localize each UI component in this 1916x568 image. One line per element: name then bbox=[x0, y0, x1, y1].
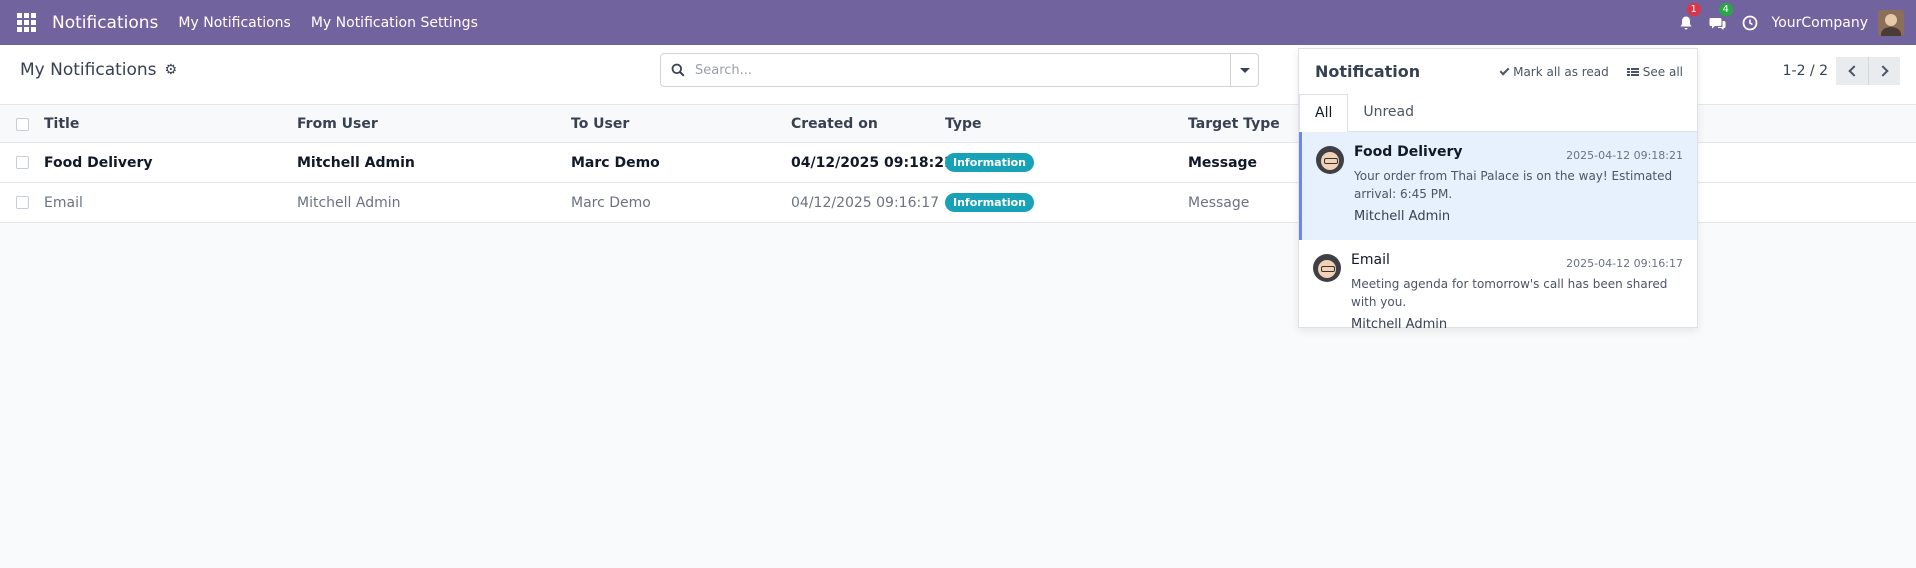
notification-item-time: 2025-04-12 09:16:17 bbox=[1566, 257, 1683, 270]
bell-icon[interactable]: 1 bbox=[1670, 0, 1702, 45]
notification-item-sender: Mitchell Admin bbox=[1354, 209, 1451, 224]
chevron-left-icon bbox=[1847, 65, 1860, 77]
row-to-user: Marc Demo bbox=[571, 194, 651, 211]
chat-badge: 4 bbox=[1718, 3, 1733, 16]
row-from-user: Mitchell Admin bbox=[297, 194, 401, 211]
menu-my-notification-settings[interactable]: My Notification Settings bbox=[311, 15, 478, 31]
user-avatar[interactable] bbox=[1878, 9, 1904, 36]
notification-dropdown-title: Notification bbox=[1315, 62, 1421, 81]
chevron-right-icon bbox=[1877, 65, 1889, 77]
see-all-label: See all bbox=[1642, 64, 1683, 79]
caret-down-icon bbox=[1239, 67, 1250, 73]
pager-value[interactable]: 1-2 / 2 bbox=[1783, 63, 1828, 79]
notification-item-message: Meeting agenda for tomorrow's call has b… bbox=[1351, 277, 1668, 309]
row-target-type: Message bbox=[1188, 194, 1250, 211]
type-badge: Information bbox=[945, 193, 1034, 212]
row-to-user: Marc Demo bbox=[571, 154, 660, 171]
column-header-title[interactable]: Title bbox=[44, 116, 79, 132]
pager-previous-button[interactable] bbox=[1836, 57, 1868, 85]
row-created-on: 04/12/2025 09:18:21 bbox=[791, 154, 954, 171]
column-header-type[interactable]: Type bbox=[945, 116, 982, 132]
row-type: Information bbox=[945, 153, 1034, 172]
row-title: Food Delivery bbox=[44, 154, 153, 171]
notification-item[interactable]: Food Delivery 2025-04-12 09:18:21 Your o… bbox=[1299, 132, 1697, 240]
row-checkbox[interactable] bbox=[16, 196, 29, 209]
see-all-button[interactable]: See all bbox=[1626, 64, 1683, 79]
column-header-target-type[interactable]: Target Type bbox=[1188, 116, 1280, 132]
page-title-text: My Notifications bbox=[20, 60, 157, 80]
row-created-on: 04/12/2025 09:16:17 bbox=[791, 194, 940, 211]
row-target-type: Message bbox=[1188, 154, 1258, 171]
pager: 1-2 / 2 bbox=[1783, 57, 1900, 85]
notification-item-sender: Mitchell Admin bbox=[1351, 317, 1448, 332]
row-type: Information bbox=[945, 193, 1034, 212]
apps-menu-icon[interactable] bbox=[0, 0, 52, 45]
company-switcher[interactable]: YourCompany bbox=[1772, 15, 1869, 31]
select-all-checkbox[interactable] bbox=[16, 117, 29, 131]
search-icon bbox=[661, 63, 695, 77]
row-checkbox[interactable] bbox=[16, 156, 29, 169]
mark-all-read-button[interactable]: Mark all as read bbox=[1499, 64, 1609, 79]
column-header-to-user[interactable]: To User bbox=[571, 116, 629, 132]
app-brand[interactable]: Notifications bbox=[52, 13, 158, 33]
sender-avatar bbox=[1313, 254, 1341, 282]
pager-next-button[interactable] bbox=[1868, 57, 1900, 85]
type-badge: Information bbox=[945, 153, 1034, 172]
notification-dropdown: Notification Mark all as read See all Al… bbox=[1298, 48, 1698, 332]
notification-item-time: 2025-04-12 09:18:21 bbox=[1566, 149, 1683, 162]
bell-badge: 1 bbox=[1686, 3, 1701, 16]
notification-item[interactable]: Email 2025-04-12 09:16:17 Meeting agenda… bbox=[1299, 240, 1697, 332]
list-icon bbox=[1626, 67, 1639, 76]
tab-unread[interactable]: Unread bbox=[1348, 93, 1429, 131]
tab-all[interactable]: All bbox=[1299, 94, 1349, 132]
clock-icon[interactable] bbox=[1734, 0, 1766, 45]
notification-item-message: Your order from Thai Palace is on the wa… bbox=[1354, 169, 1673, 201]
search-options-toggle[interactable] bbox=[1230, 54, 1258, 86]
row-from-user: Mitchell Admin bbox=[297, 154, 415, 171]
search-bar bbox=[660, 53, 1259, 87]
gear-icon[interactable]: ⚙ bbox=[165, 62, 178, 78]
chat-icon[interactable]: 4 bbox=[1702, 0, 1734, 45]
column-header-created-on[interactable]: Created on bbox=[791, 116, 878, 132]
row-title: Email bbox=[44, 194, 83, 211]
sender-avatar bbox=[1316, 146, 1344, 174]
column-header-from-user[interactable]: From User bbox=[297, 116, 378, 132]
top-navbar: Notifications My Notifications My Notifi… bbox=[0, 0, 1916, 45]
search-input[interactable] bbox=[695, 62, 1230, 78]
mark-all-read-label: Mark all as read bbox=[1513, 64, 1609, 79]
notification-dropdown-header: Notification Mark all as read See all bbox=[1299, 49, 1697, 94]
menu-my-notifications[interactable]: My Notifications bbox=[178, 15, 290, 31]
page-title: My Notifications ⚙ bbox=[20, 60, 177, 80]
check-icon bbox=[1499, 65, 1510, 75]
notification-tabs: All Unread bbox=[1299, 94, 1697, 132]
